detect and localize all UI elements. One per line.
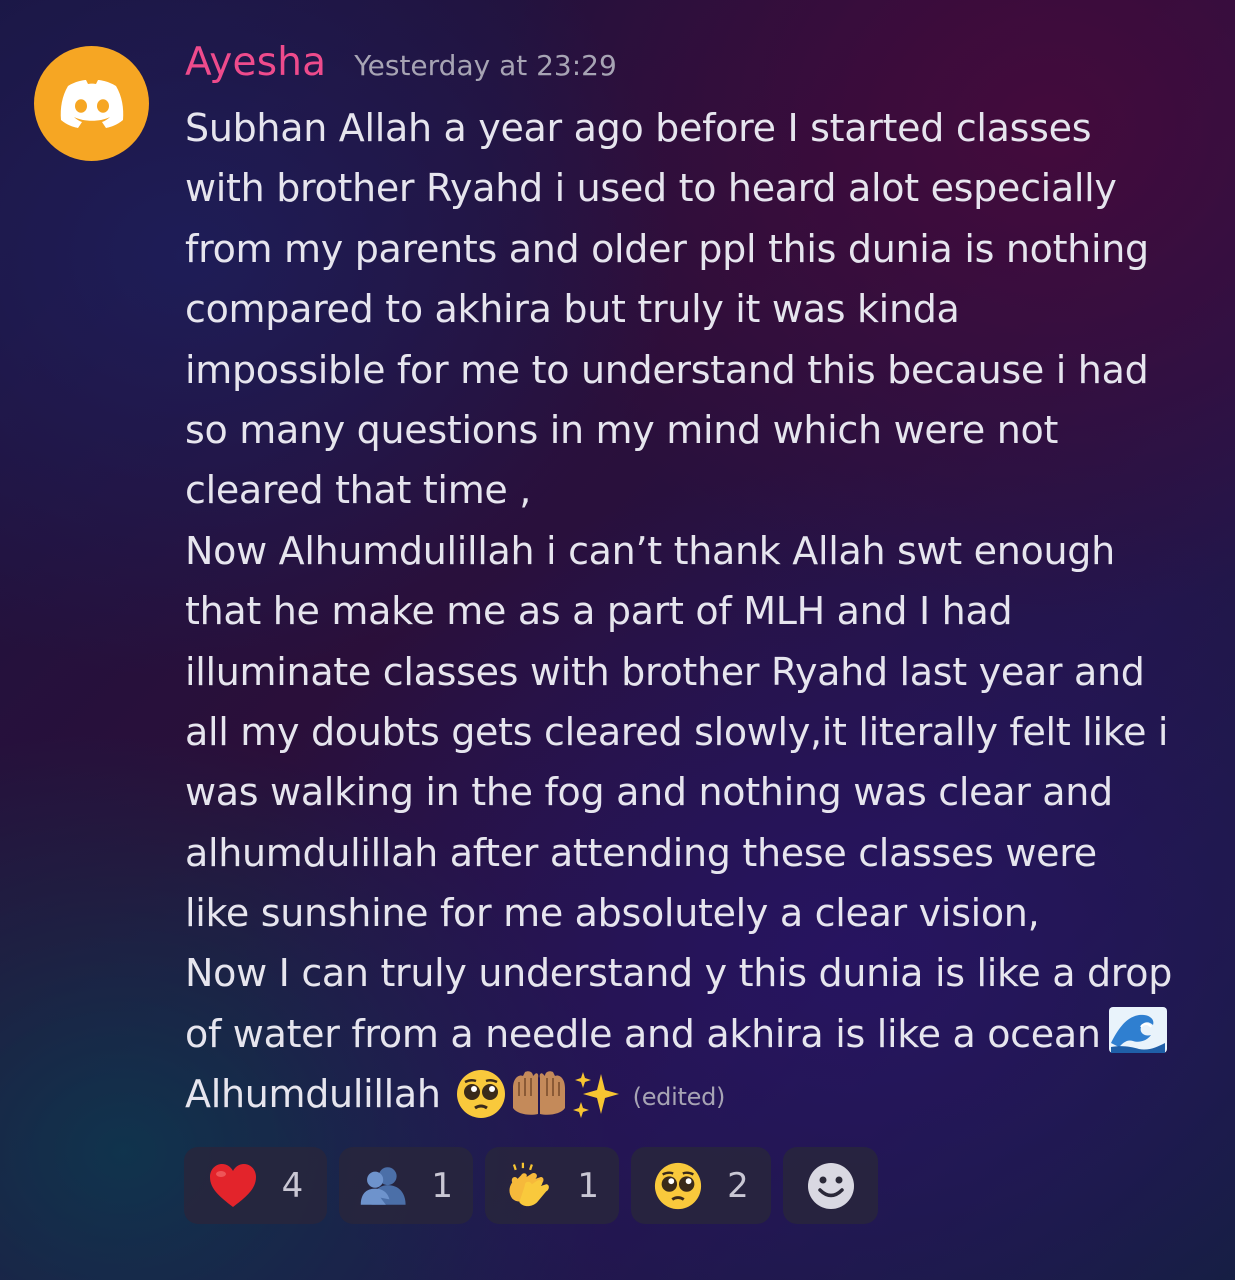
clapping-hands-icon (509, 1162, 549, 1206)
message-line-with-emoji: of water from a needle and akhira is lik… (185, 1004, 1215, 1064)
message-line: was walking in the fog and nothing was c… (185, 770, 1113, 815)
people-hugging-icon (360, 1166, 406, 1205)
edited-label: (edited) (632, 1083, 726, 1112)
message-content: Subhan Allah a year ago before I started… (185, 98, 1215, 1125)
sparkles-icon (572, 1072, 619, 1119)
message-line: from my parents and older ppl this dunia… (185, 226, 1149, 271)
add-reaction-button[interactable] (783, 1147, 878, 1224)
message-last-line: Alhumdulillah (edited) (185, 1064, 1215, 1124)
last-line-text: Alhumdulillah (185, 1072, 441, 1117)
add-reaction-smiley-icon (807, 1162, 854, 1209)
message-line: compared to akhira but truly it was kind… (185, 287, 960, 332)
palms-up-together-icon (512, 1071, 565, 1116)
message-line: that he make me as a part of MLH and I h… (185, 589, 1013, 634)
discord-logo-icon (60, 79, 123, 128)
reaction-clapping-hands[interactable]: 1 (485, 1147, 619, 1224)
reaction-count: 1 (577, 1165, 599, 1206)
reactions-bar: 4 1 1 2 (184, 1147, 878, 1224)
message-line: Now I can truly understand y this dunia … (185, 951, 1173, 996)
message-line: Subhan Allah a year ago before I started… (185, 106, 1092, 150)
message-header: Ayesha Yesterday at 23:29 (185, 40, 617, 96)
reaction-pleading-face[interactable]: 2 (631, 1147, 771, 1224)
timestamp: Yesterday at 23:29 (354, 49, 617, 82)
inline-emoji-row (455, 1068, 623, 1120)
username[interactable]: Ayesha (185, 40, 326, 85)
message-line: impossible for me to understand this bec… (185, 347, 1149, 392)
reaction-count: 2 (727, 1165, 749, 1206)
message-line: Now Alhumdulillah i can’t thank Allah sw… (185, 528, 1115, 573)
message-line: like sunshine for me absolutely a clear … (185, 891, 1040, 936)
chat-message: Ayesha Yesterday at 23:29 Subhan Allah a… (0, 0, 1235, 1280)
message-line: all my doubts gets cleared slowly,it lit… (185, 709, 1169, 754)
reaction-count: 1 (431, 1165, 453, 1206)
pleading-face-icon (655, 1162, 702, 1209)
message-line: so many questions in my mind which were … (185, 407, 1059, 452)
reaction-people-hugging[interactable]: 1 (339, 1147, 473, 1224)
reaction-count: 4 (281, 1165, 304, 1206)
water-wave-icon (1108, 1006, 1167, 1070)
message-line-text: of water from a needle and akhira is lik… (185, 1011, 1101, 1056)
pleading-face-icon (456, 1070, 505, 1119)
red-heart-icon (209, 1163, 256, 1207)
reaction-red-heart[interactable]: 4 (184, 1147, 327, 1224)
message-line: illuminate classes with brother Ryahd la… (185, 649, 1145, 694)
message-line: with brother Ryahd i used to heard alot … (185, 166, 1117, 211)
message-line: cleared that time , (185, 468, 532, 513)
message-line: alhumdulillah after attending these clas… (185, 830, 1097, 875)
user-avatar[interactable] (34, 46, 149, 161)
